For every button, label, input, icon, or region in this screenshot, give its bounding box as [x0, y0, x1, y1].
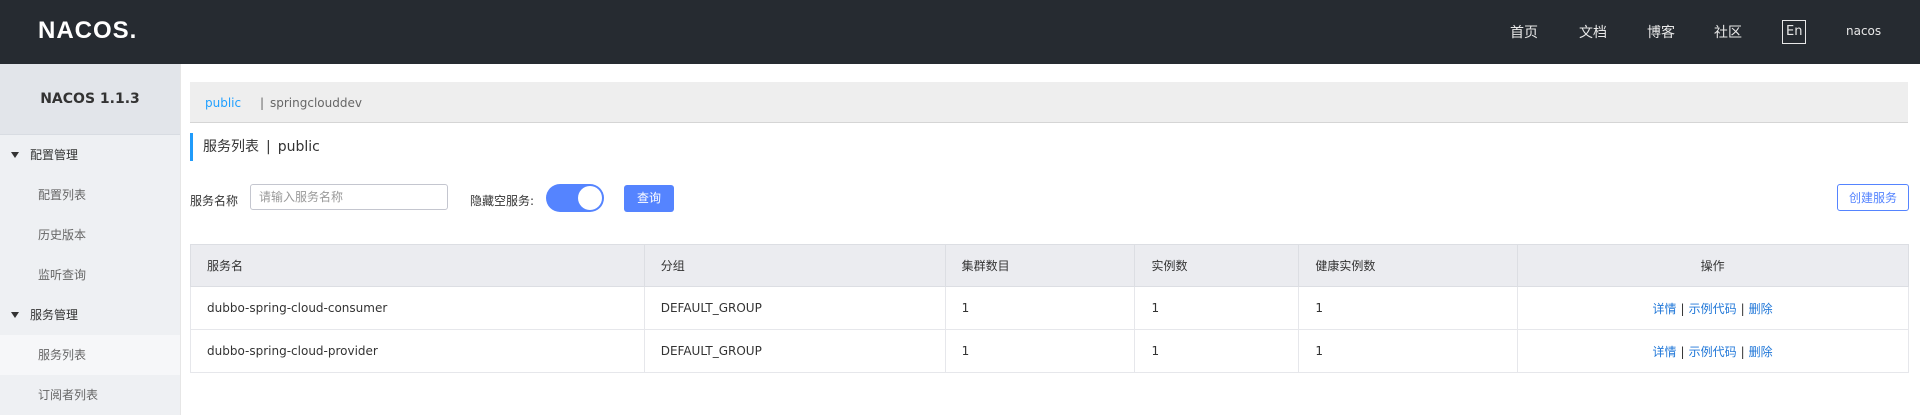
cell-group: DEFAULT_GROUP	[643, 329, 946, 373]
caret-down-icon	[11, 152, 19, 158]
action-separator: |	[1680, 344, 1685, 359]
sidebar-item-service-list[interactable]: 服务列表	[0, 335, 180, 375]
sidebar-item-config-list[interactable]: 配置列表	[0, 175, 180, 215]
top-header: NACOS. 首页 文档 博客 社区 En nacos	[0, 0, 1920, 64]
action-separator: |	[1680, 301, 1685, 316]
sidebar: NACOS 1.1.3 配置管理 配置列表 历史版本 监听查询 服务管理 服务列…	[0, 64, 181, 415]
cell-service-name: dubbo-spring-cloud-provider	[190, 329, 645, 373]
sidebar-group-label: 服务管理	[30, 308, 79, 322]
action-separator: |	[1740, 301, 1745, 316]
sidebar-group-label: 配置管理	[30, 148, 79, 162]
namespace-bar: public | springclouddev	[190, 82, 1908, 123]
service-name-input[interactable]	[250, 184, 448, 210]
sample-code-link[interactable]: 示例代码	[1689, 302, 1737, 316]
caret-down-icon	[11, 312, 19, 318]
service-name-label: 服务名称	[190, 194, 239, 208]
cell-instance-count: 1	[1134, 329, 1300, 373]
page-title: 服务列表 | public	[190, 133, 320, 161]
column-header-actions: 操作	[1517, 244, 1909, 287]
language-switch[interactable]: En	[1782, 20, 1807, 44]
cell-cluster-count: 1	[944, 286, 1136, 330]
sidebar-item-history[interactable]: 历史版本	[0, 215, 180, 255]
page-title-separator: |	[266, 139, 271, 155]
namespace-public[interactable]: public	[205, 96, 241, 110]
table-row: dubbo-spring-cloud-provider DEFAULT_GROU…	[190, 329, 1909, 373]
query-button[interactable]: 查询	[624, 185, 674, 212]
column-header-group: 分组	[643, 244, 946, 287]
page-title-namespace: public	[277, 139, 320, 155]
delete-link[interactable]: 删除	[1749, 345, 1773, 359]
main-content: public | springclouddev 服务列表 | public 服务名称…	[181, 64, 1920, 415]
sidebar-item-subscriber-list[interactable]: 订阅者列表	[0, 375, 180, 415]
table-header-row: 服务名 分组 集群数目 实例数 健康实例数 操作	[190, 244, 1909, 287]
cell-actions: 详情 | 示例代码 | 删除	[1517, 286, 1909, 330]
hide-empty-label: 隐藏空服务:	[470, 194, 535, 208]
toggle-knob	[578, 186, 602, 210]
cell-group: DEFAULT_GROUP	[643, 286, 946, 330]
column-header-service-name: 服务名	[190, 244, 645, 287]
namespace-separator: |	[260, 96, 265, 110]
service-table: 服务名 分组 集群数目 实例数 健康实例数 操作 dubbo-spring-cl…	[190, 244, 1909, 373]
nav-blog[interactable]: 博客	[1647, 22, 1675, 42]
nav-home[interactable]: 首页	[1510, 22, 1538, 42]
detail-link[interactable]: 详情	[1653, 302, 1677, 316]
sample-code-link[interactable]: 示例代码	[1689, 345, 1737, 359]
cell-healthy-count: 1	[1298, 329, 1519, 373]
table-row: dubbo-spring-cloud-consumer DEFAULT_GROU…	[190, 286, 1909, 330]
cell-cluster-count: 1	[944, 329, 1136, 373]
hide-empty-toggle[interactable]	[546, 184, 604, 212]
page-title-text: 服务列表	[203, 139, 259, 155]
cell-service-name: dubbo-spring-cloud-consumer	[190, 286, 645, 330]
sidebar-item-listener-query[interactable]: 监听查询	[0, 255, 180, 295]
namespace-springclouddev[interactable]: springclouddev	[270, 96, 362, 110]
detail-link[interactable]: 详情	[1653, 345, 1677, 359]
create-service-button[interactable]: 创建服务	[1837, 184, 1909, 211]
nav-community[interactable]: 社区	[1714, 22, 1742, 42]
column-header-cluster-count: 集群数目	[944, 244, 1136, 287]
column-header-instance-count: 实例数	[1134, 244, 1300, 287]
user-name[interactable]: nacos	[1846, 24, 1881, 38]
delete-link[interactable]: 删除	[1749, 302, 1773, 316]
cell-instance-count: 1	[1134, 286, 1300, 330]
cell-actions: 详情 | 示例代码 | 删除	[1517, 329, 1909, 373]
action-separator: |	[1740, 344, 1745, 359]
nav-docs[interactable]: 文档	[1579, 22, 1607, 42]
sidebar-group-config[interactable]: 配置管理	[0, 135, 180, 175]
sidebar-brand: NACOS 1.1.3	[0, 64, 180, 135]
nacos-logo[interactable]: NACOS.	[38, 17, 137, 45]
cell-healthy-count: 1	[1298, 286, 1519, 330]
column-header-healthy-count: 健康实例数	[1298, 244, 1519, 287]
sidebar-group-service[interactable]: 服务管理	[0, 295, 180, 335]
